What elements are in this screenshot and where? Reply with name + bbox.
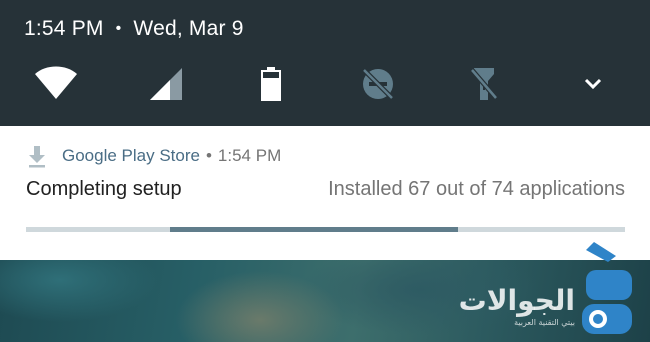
do-not-disturb-off-icon xyxy=(362,68,394,100)
watermark-logo-icon xyxy=(582,242,632,334)
cellular-tile[interactable] xyxy=(140,58,192,110)
notification-title: Completing setup xyxy=(26,178,182,200)
watermark-text: الجوالات xyxy=(458,284,575,317)
status-time: 1:54 PM xyxy=(24,17,104,40)
flashlight-off-icon xyxy=(470,68,498,100)
status-separator: • xyxy=(115,20,122,37)
notification-header: Google Play Store • 1:54 PM xyxy=(26,144,281,168)
progress-fill xyxy=(170,227,458,232)
battery-tile[interactable] xyxy=(245,58,297,110)
flashlight-tile[interactable] xyxy=(458,58,510,110)
notification-separator: • xyxy=(205,146,212,165)
notification-time: 1:54 PM xyxy=(217,146,282,165)
watermark: الجوالات بيتي التقنية العربية xyxy=(445,242,635,340)
battery-icon xyxy=(261,67,281,101)
status-bar: 1:54 PM • Wed, Mar 9 xyxy=(24,14,244,44)
quick-settings-row xyxy=(0,58,650,110)
wifi-tile[interactable] xyxy=(30,58,82,110)
notification-text: Installed 67 out of 74 applications xyxy=(328,178,625,200)
status-date[interactable]: Wed, Mar 9 xyxy=(133,17,243,41)
wifi-icon xyxy=(35,66,77,99)
expand-tile[interactable] xyxy=(567,58,619,110)
notification-shade: 1:54 PM • Wed, Mar 9 xyxy=(0,0,650,126)
dnd-tile[interactable] xyxy=(352,58,404,110)
notification-card[interactable]: Google Play Store • 1:54 PM Completing s… xyxy=(0,126,650,260)
notification-app-name: Google Play Store xyxy=(62,146,200,165)
download-icon xyxy=(29,146,45,168)
expand-chevron-icon xyxy=(584,78,602,90)
watermark-subtext: بيتي التقنية العربية xyxy=(514,318,575,327)
notification-progress-bar xyxy=(26,227,625,232)
cellular-signal-icon xyxy=(150,68,182,100)
